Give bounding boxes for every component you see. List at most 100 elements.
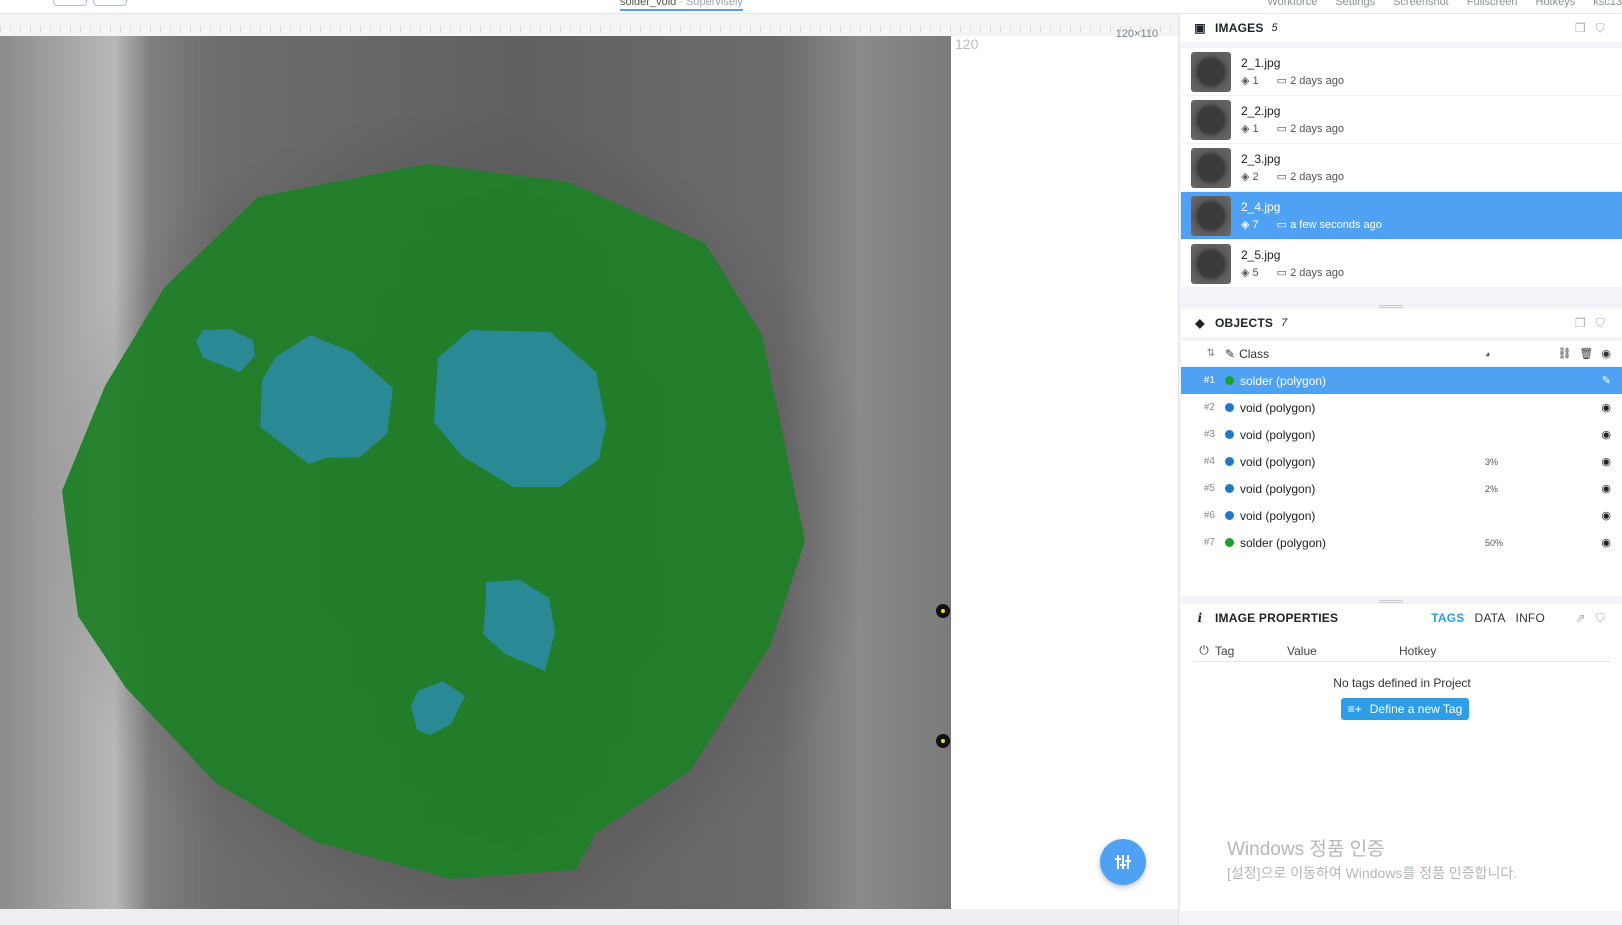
filter-icon[interactable]: ⛉ [1596, 316, 1605, 331]
hotkey-column-header: Hotkey [1399, 643, 1437, 658]
image-thumbnail [1191, 147, 1231, 188]
status-strip [0, 909, 1178, 925]
object-row[interactable]: #3 void (polygon) ◉ [1181, 421, 1622, 448]
tab-data[interactable]: DATA [1475, 611, 1506, 625]
object-area: 2% [1485, 483, 1499, 494]
resize-handle[interactable] [1379, 305, 1403, 308]
object-id: #2 [1203, 402, 1215, 413]
class-color-dot [1225, 511, 1234, 520]
object-row[interactable]: #2 void (polygon) ◉ [1181, 394, 1622, 421]
tab-tags[interactable]: TAGS [1431, 611, 1464, 625]
copy-icon[interactable]: ❐ [1575, 316, 1586, 331]
object-row[interactable]: #5 void (polygon) 2% ◉ [1181, 475, 1622, 502]
object-count: 5 [1252, 267, 1259, 279]
tab-info[interactable]: INFO [1516, 611, 1545, 625]
ruler [0, 14, 1178, 36]
document-subtitle: · Supervisely [679, 0, 743, 8]
eye-icon[interactable]: ◉ [1601, 347, 1611, 360]
object-row[interactable]: #6 void (polygon) ◉ [1181, 502, 1622, 529]
area-icon: ◕ [1485, 348, 1491, 359]
eye-icon[interactable]: ◉ [1601, 536, 1611, 549]
calendar-icon: ▭ [1276, 171, 1288, 183]
document-title[interactable]: solder_void · Supervisely [620, 0, 743, 11]
copy-icon[interactable]: ❐ [1575, 21, 1586, 36]
menu-hotkeys[interactable]: Hotkeys [1536, 0, 1576, 8]
image-list-item[interactable]: 2_2.jpg ◈ 1 ▭ 2 days ago [1181, 96, 1622, 144]
sort-icon[interactable]: ⇅ [1181, 348, 1225, 359]
image-list-item[interactable]: 2_3.jpg ◈ 2 ▭ 2 days ago [1181, 144, 1622, 192]
eye-icon[interactable]: ◉ [1601, 455, 1611, 468]
menu-settings[interactable]: Settings [1335, 0, 1375, 8]
menu-user[interactable]: ksc13 [1593, 0, 1622, 8]
image-name: 2_4.jpg [1241, 200, 1281, 214]
object-id: #1 [1203, 375, 1215, 386]
adjust-sliders-button[interactable] [1100, 839, 1146, 885]
layers-icon: ◈ [1241, 171, 1250, 183]
class-color-dot [1225, 403, 1234, 412]
menu-workforce[interactable]: Workforce [1267, 0, 1317, 8]
link-icon[interactable]: ⛓ [1557, 347, 1571, 360]
toolbar-button-2[interactable] [93, 0, 127, 6]
layers-icon: ◈ [1241, 75, 1250, 87]
object-row[interactable]: #4 void (polygon) 3% ◉ [1181, 448, 1622, 475]
annotation-canvas[interactable]: 120 120×110 [0, 28, 1178, 909]
calendar-icon: ▭ [1276, 267, 1288, 279]
annotation-overlay [62, 164, 805, 879]
tag-column-header: Tag [1215, 643, 1235, 658]
define-tag-label: Define a new Tag [1369, 702, 1463, 716]
class-column-header[interactable]: Class [1239, 347, 1269, 361]
object-count: 1 [1252, 75, 1259, 87]
external-link-icon[interactable]: ⇗ [1576, 611, 1586, 626]
sliders-icon [1115, 855, 1131, 869]
image-thumbnail [1191, 195, 1231, 236]
images-title: IMAGES [1215, 21, 1264, 35]
image-date: a few seconds ago [1290, 219, 1382, 231]
eye-icon[interactable]: ◉ [1601, 482, 1611, 495]
image-list-item[interactable]: 2_1.jpg ◈ 1 ▭ 2 days ago [1181, 48, 1622, 96]
image-list-item-selected[interactable]: 2_4.jpg ◈ 7 ▭ a few seconds ago [1181, 192, 1622, 240]
object-row[interactable]: #7 solder (polygon) 50% ◉ [1181, 529, 1622, 556]
resize-handle[interactable] [1379, 600, 1403, 603]
image-size-label: 120×110 [1115, 28, 1158, 40]
images-count: 5 [1271, 22, 1278, 34]
eye-icon[interactable]: ◉ [1601, 509, 1611, 522]
properties-section-header: i IMAGE PROPERTIES TAGS DATA INFO ⇗ ⛉ [1181, 604, 1622, 632]
image-list-item[interactable]: 2_5.jpg ◈ 5 ▭ 2 days ago [1181, 240, 1622, 288]
image-name: 2_3.jpg [1241, 152, 1281, 166]
images-icon: ▣ [1194, 21, 1206, 35]
image-name: 2_5.jpg [1241, 248, 1281, 262]
value-column-header: Value [1287, 643, 1317, 658]
image-view[interactable] [0, 36, 951, 909]
class-color-dot [1225, 457, 1234, 466]
class-color-dot [1225, 538, 1234, 547]
solder-polygon[interactable] [62, 164, 805, 879]
object-count: 1 [1252, 123, 1259, 135]
edit-icon[interactable]: ✎ [1602, 374, 1611, 387]
eye-icon[interactable]: ◉ [1601, 401, 1611, 414]
filter-icon[interactable]: ⛉ [1596, 21, 1605, 36]
image-thumbnail [1191, 51, 1231, 92]
top-bar: solder_void · Supervisely Workforce Sett… [0, 0, 1622, 14]
windows-activation-watermark: Windows 정품 인증 [설정]으로 이동하여 Windows를 정품 인증… [1227, 834, 1517, 883]
delete-icon[interactable]: 🗑 [1579, 347, 1593, 360]
filter-icon[interactable]: ⛉ [1596, 611, 1605, 626]
add-list-icon: ≡+ [1347, 702, 1362, 716]
objects-table: ⇅ ✎ Class ◕ ⛓ 🗑 ◉ #1 solder (polygon) ✎ … [1181, 341, 1622, 596]
calendar-icon: ▭ [1276, 75, 1288, 87]
watermark-subtitle: [설정]으로 이동하여 Windows를 정품 인증합니다. [1227, 865, 1518, 881]
menu-screenshot[interactable]: Screenshot [1393, 0, 1449, 8]
toolbar-button-1[interactable] [53, 0, 87, 6]
calendar-icon: ▭ [1276, 219, 1288, 231]
info-icon: i [1197, 611, 1203, 625]
define-tag-button[interactable]: ≡+ Define a new Tag [1341, 698, 1469, 720]
eye-icon[interactable]: ◉ [1601, 428, 1611, 441]
no-tags-message: No tags defined in Project [1333, 676, 1471, 690]
object-label: void (polygon) [1240, 481, 1316, 496]
layers-icon: ◈ [1241, 267, 1250, 279]
object-id: #4 [1203, 456, 1215, 467]
image-list: 2_1.jpg ◈ 1 ▭ 2 days ago 2_2.jpg ◈ 1 ▭ 2… [1181, 48, 1622, 288]
menu-fullscreen[interactable]: Fullscreen [1467, 0, 1518, 8]
object-label: void (polygon) [1240, 454, 1316, 469]
object-row-selected[interactable]: #1 solder (polygon) ✎ [1181, 367, 1622, 394]
object-label: solder (polygon) [1240, 535, 1327, 550]
